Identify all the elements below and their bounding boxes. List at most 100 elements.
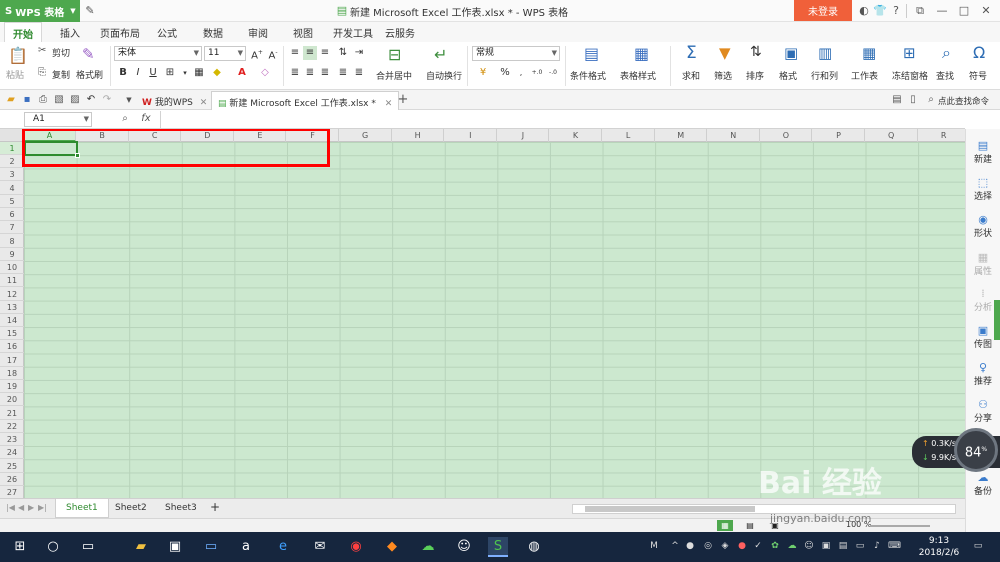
number-format-select[interactable]: 常规 ▼: [472, 46, 560, 61]
tray-red-icon[interactable]: ●: [736, 540, 748, 552]
column-header[interactable]: L: [603, 129, 655, 142]
freeze-panes-icon[interactable]: ⊞: [903, 44, 916, 62]
row-header[interactable]: 19: [0, 380, 24, 394]
tray-wechat-icon[interactable]: ☁: [786, 540, 798, 552]
cut-button[interactable]: 剪切: [52, 46, 70, 59]
comma-icon[interactable]: ,: [514, 66, 528, 80]
save-icon[interactable]: ▪: [20, 93, 34, 107]
skin-icon[interactable]: ◐: [856, 3, 872, 19]
close-icon[interactable]: ✕: [978, 3, 994, 19]
row-column-icon[interactable]: ▥: [818, 44, 832, 62]
row-header[interactable]: 12: [0, 288, 24, 301]
tab-developer[interactable]: 开发工具: [333, 25, 373, 40]
ie-browser-icon[interactable]: e: [273, 537, 293, 557]
merge-center-button[interactable]: 合并居中: [376, 69, 412, 82]
undo-icon[interactable]: ↶: [84, 93, 98, 107]
currency-icon[interactable]: ¥: [476, 66, 490, 80]
sheet-tab-1[interactable]: Sheet1: [55, 499, 109, 518]
sort-button[interactable]: 排序: [746, 69, 764, 82]
align-right-icon[interactable]: ≣: [318, 66, 332, 80]
page-break-view-icon[interactable]: ▤: [742, 520, 758, 531]
increase-decimal-icon[interactable]: +.0: [530, 66, 544, 80]
tab-insert[interactable]: 插入: [60, 25, 80, 40]
row-header[interactable]: 8: [0, 235, 24, 248]
tab-document[interactable]: ▤ 新建 Microsoft Excel 工作表.xlsx * ✕: [211, 91, 400, 110]
brush-icon[interactable]: ✎: [82, 3, 98, 19]
align-center-icon[interactable]: ≣: [303, 66, 317, 80]
column-header[interactable]: Q: [866, 129, 918, 142]
panel-new[interactable]: ▤ 新建: [966, 139, 1000, 165]
row-header[interactable]: 16: [0, 340, 24, 354]
tray-network-icon[interactable]: ▭: [854, 540, 866, 552]
select-all-corner[interactable]: [0, 129, 24, 142]
table-style-button[interactable]: 表格样式: [620, 69, 656, 82]
italic-icon[interactable]: I: [131, 66, 145, 80]
tray-shield-icon[interactable]: ◈: [719, 540, 731, 552]
row-header[interactable]: 10: [0, 261, 24, 275]
column-header[interactable]: N: [708, 129, 760, 142]
column-header[interactable]: I: [445, 129, 497, 142]
tab-list-icon[interactable]: ▤: [890, 93, 904, 107]
panel-backup[interactable]: ☁ 备份: [966, 471, 1000, 497]
filter-button[interactable]: 筛选: [714, 69, 732, 82]
print-preview-icon[interactable]: ▧: [52, 93, 66, 107]
insert-function-button[interactable]: fx: [136, 112, 156, 126]
align-bottom-icon[interactable]: ≡: [318, 46, 332, 60]
chevron-down-icon[interactable]: ▼: [84, 113, 89, 126]
tab-home[interactable]: 开始: [4, 22, 42, 42]
sheet-tab-3[interactable]: Sheet3: [155, 499, 207, 518]
export-pdf-icon[interactable]: ▨: [68, 93, 82, 107]
bold-icon[interactable]: B: [116, 66, 130, 80]
chevron-down-icon[interactable]: ▾: [178, 66, 192, 80]
tab-my-wps[interactable]: W 我的WPS ✕: [136, 91, 213, 110]
row-header[interactable]: 6: [0, 208, 24, 222]
filter-icon[interactable]: ▼: [719, 44, 731, 62]
wechat-icon[interactable]: ☁: [418, 537, 438, 557]
zoom-icon[interactable]: ⌕: [118, 112, 132, 126]
underline-icon[interactable]: U: [146, 66, 160, 80]
system-clock[interactable]: 9:13 2018/2/6: [914, 535, 964, 559]
uc-browser-icon[interactable]: ◆: [382, 537, 402, 557]
copy-icon[interactable]: ⎘: [38, 67, 46, 78]
chevron-down-icon[interactable]: ▼: [122, 93, 136, 107]
decrease-font-icon[interactable]: A-: [266, 46, 280, 61]
row-header[interactable]: 18: [0, 367, 24, 380]
add-sheet-icon[interactable]: +: [200, 499, 230, 518]
merge-center-icon[interactable]: ⊟: [388, 45, 401, 64]
column-header[interactable]: O: [760, 129, 813, 142]
align-middle-icon[interactable]: ≡: [303, 46, 317, 60]
tab-cloud-services[interactable]: 云服务: [385, 25, 415, 40]
merge-grid-icon[interactable]: ▦: [192, 66, 206, 80]
name-box[interactable]: A1 ▼: [24, 112, 92, 127]
column-header[interactable]: P: [813, 129, 865, 142]
row-header[interactable]: 7: [0, 221, 24, 235]
paste-button[interactable]: 粘贴: [6, 68, 24, 81]
table-style-icon[interactable]: ▦: [634, 44, 649, 63]
panel-properties[interactable]: ▦ 属性: [966, 251, 1000, 277]
tab-formulas[interactable]: 公式: [157, 25, 177, 40]
row-header[interactable]: 13: [0, 301, 24, 314]
scissors-icon[interactable]: ✂: [38, 45, 46, 56]
worksheet-icon[interactable]: ▦: [862, 44, 876, 62]
column-header[interactable]: K: [550, 129, 602, 142]
notification-icon[interactable]: ▭: [972, 540, 984, 552]
omega-icon[interactable]: Ω: [973, 43, 985, 62]
fill-color-icon[interactable]: ◆: [210, 66, 224, 80]
column-header[interactable]: R: [918, 129, 965, 142]
tray-camera-icon[interactable]: ▣: [820, 540, 832, 552]
column-header[interactable]: J: [497, 129, 550, 142]
panel-shape[interactable]: ◉ 形状: [966, 213, 1000, 239]
row-header[interactable]: 24: [0, 446, 24, 460]
clear-format-icon[interactable]: ◇: [258, 66, 272, 80]
formula-input[interactable]: [160, 111, 960, 128]
freeze-panes-button[interactable]: 冻结窗格: [892, 69, 928, 82]
tray-m-icon[interactable]: M: [648, 540, 660, 552]
align-left-icon[interactable]: ≣: [288, 66, 302, 80]
open-folder-icon[interactable]: ▰: [4, 93, 18, 107]
row-header[interactable]: 20: [0, 393, 24, 407]
justify-icon[interactable]: ≣: [336, 66, 350, 80]
tab-review[interactable]: 审阅: [248, 25, 268, 40]
tab-view[interactable]: 视图: [293, 25, 313, 40]
decrease-decimal-icon[interactable]: -.0: [546, 66, 560, 80]
tray-volume-icon[interactable]: ♪: [871, 540, 883, 552]
